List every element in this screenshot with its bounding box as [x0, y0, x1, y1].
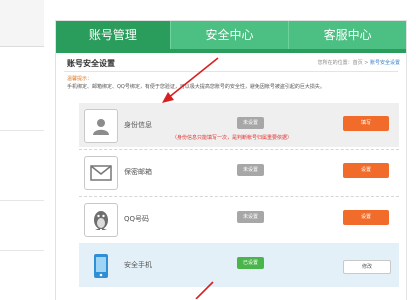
- security-items: 身份信息 未设置 （身份信息只能填写一次，是判断帐号归属重要依据） 填写 保密邮…: [79, 103, 399, 289]
- identity-note: （身份信息只能填写一次，是判断帐号归属重要依据）: [172, 135, 293, 141]
- phone-icon: [84, 249, 118, 283]
- item-label: QQ号码: [124, 215, 150, 223]
- tip-text: 手机绑定、邮箱绑定、QQ号绑定，有便于您验证，可以极大提高您账号的安全性，避免因…: [67, 84, 325, 90]
- status-badge: 已设置: [237, 257, 265, 269]
- breadcrumb: 您所在的位置：首页 > 账号安全设置: [318, 59, 400, 66]
- breadcrumb-prefix: 您所在的位置：首页 >: [317, 60, 370, 66]
- status-badge: 未设置: [237, 117, 265, 129]
- left-sidebar-header: [0, 0, 44, 47]
- modify-phone-button[interactable]: 修改: [343, 260, 391, 274]
- set-email-button[interactable]: 设置: [343, 163, 389, 178]
- section-title: 账号安全设置: [67, 59, 115, 68]
- left-sidebar: [0, 0, 44, 299]
- tab-security-center[interactable]: 安全中心: [169, 21, 289, 49]
- item-label: 保密邮箱: [124, 168, 152, 176]
- item-label: 身份信息: [124, 121, 152, 129]
- breadcrumb-current[interactable]: 账号安全设置: [370, 60, 400, 66]
- item-label: 安全手机: [124, 261, 152, 269]
- tab-bar: 账号管理 安全中心 客服中心: [56, 21, 406, 49]
- person-icon: [84, 109, 118, 143]
- security-item-qq: QQ号码 未设置 设置: [79, 196, 399, 241]
- security-panel: 账号管理 安全中心 客服中心 账号安全设置 您所在的位置：首页 > 账号安全设置…: [55, 20, 407, 300]
- fill-in-button[interactable]: 填写: [343, 116, 389, 131]
- status-badge: 未设置: [237, 164, 265, 176]
- set-qq-button[interactable]: 设置: [343, 210, 389, 225]
- left-sidebar-divider: [0, 130, 44, 131]
- security-item-phone: 安全手机 已设置 修改: [79, 243, 399, 287]
- security-item-identity: 身份信息 未设置 （身份信息只能填写一次，是判断帐号归属重要依据） 填写: [79, 103, 399, 147]
- tab-underline: [56, 49, 406, 53]
- left-sidebar-divider: [0, 200, 44, 201]
- tip-label: 温馨提示：: [67, 76, 93, 82]
- security-item-email: 保密邮箱 未设置 设置: [79, 149, 399, 194]
- envelope-icon: [84, 156, 118, 190]
- left-sidebar-divider: [0, 250, 44, 251]
- penguin-icon: [84, 203, 118, 237]
- divider: [64, 71, 398, 72]
- tab-account-management[interactable]: 账号管理: [56, 21, 170, 49]
- status-badge: 未设置: [237, 211, 265, 223]
- tab-customer-service[interactable]: 客服中心: [288, 21, 406, 49]
